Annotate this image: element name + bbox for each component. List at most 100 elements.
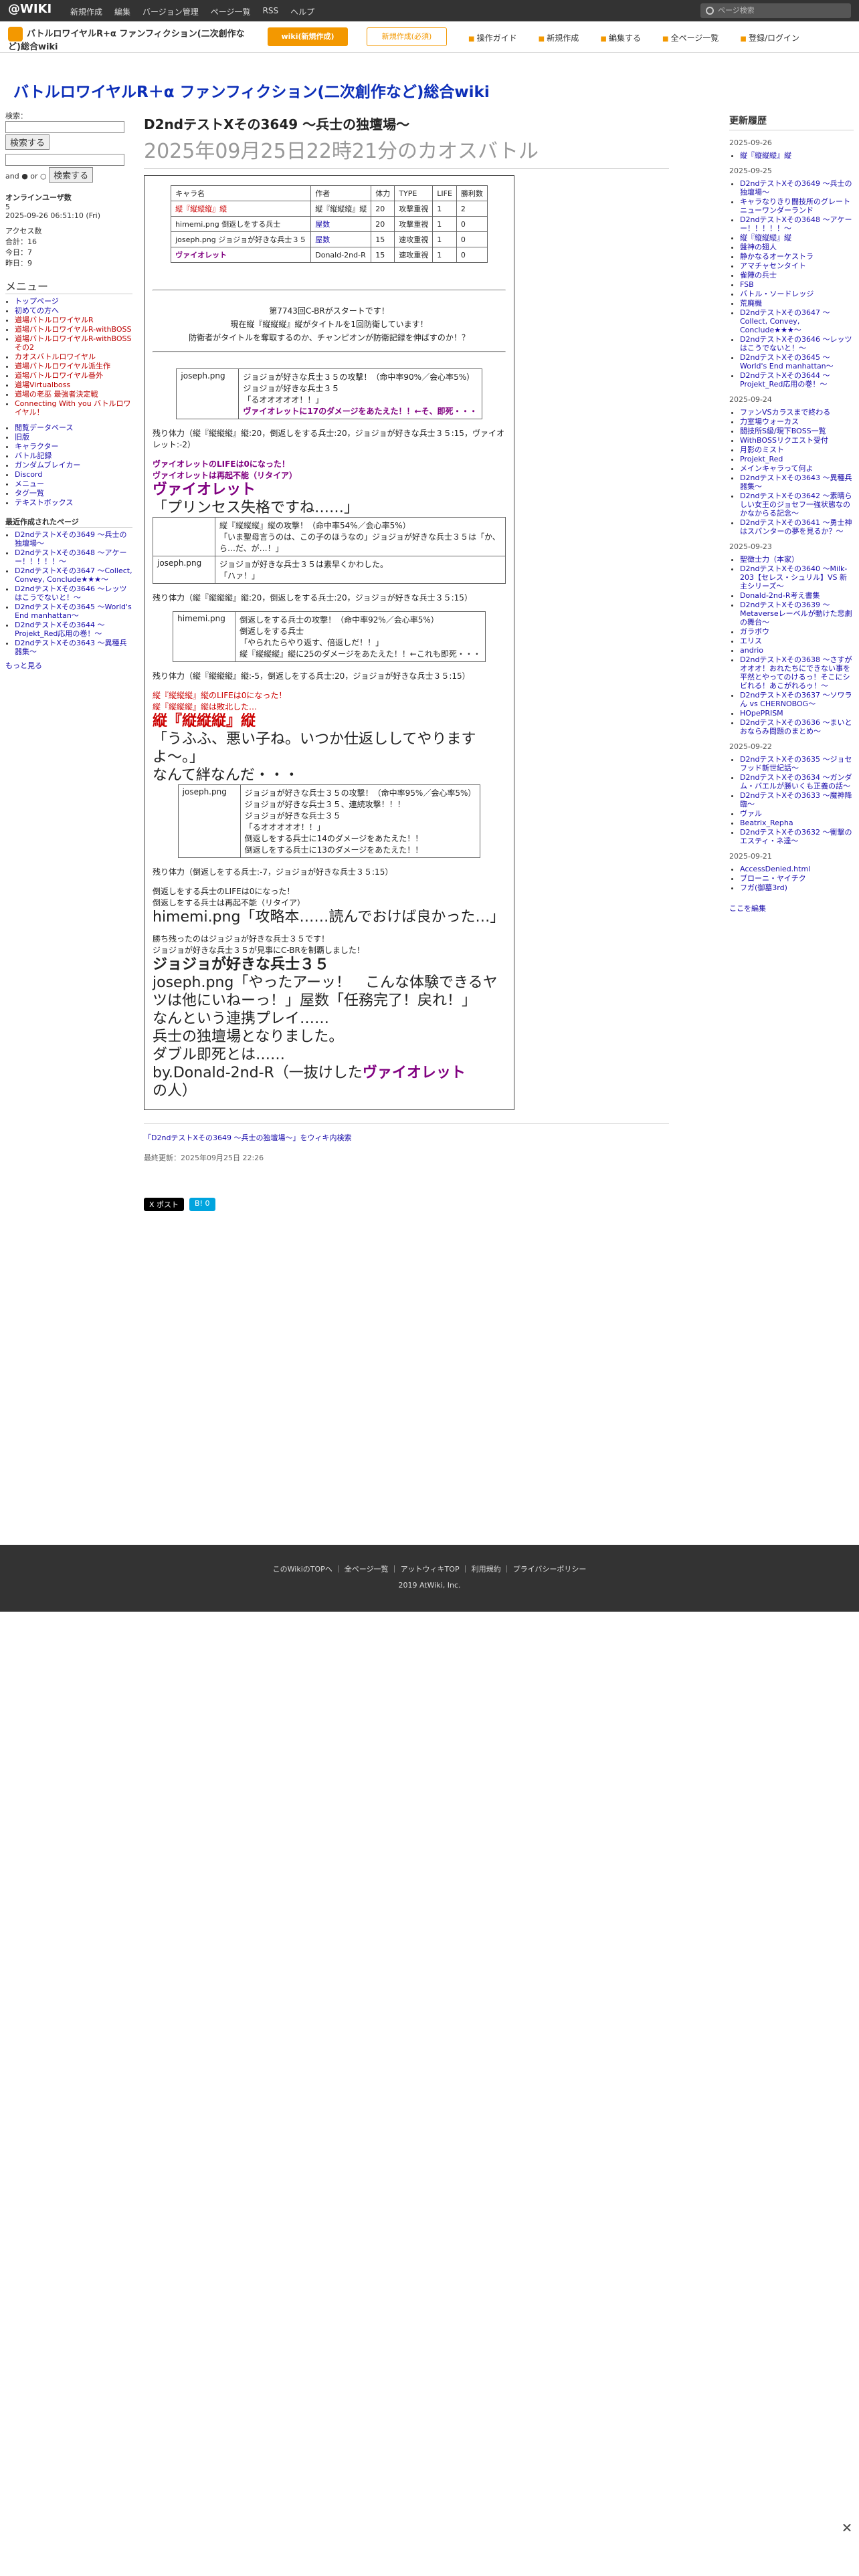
recent-item[interactable]: D2ndテストXその3648 〜アケーー！！！！！〜	[15, 548, 126, 566]
history-item[interactable]: Donald-2nd-R考え書集	[740, 591, 820, 600]
menu-help[interactable]: ヘルプ	[290, 6, 314, 17]
history-item[interactable]: 荒廃機	[740, 299, 762, 308]
history-item[interactable]: D2ndテストXその3645 〜World's End manhattan〜	[740, 353, 834, 370]
history-item[interactable]: エリス	[740, 637, 762, 645]
history-item[interactable]: D2ndテストXその3644 〜Projekt_Red応用の巻！〜	[740, 371, 830, 389]
edit-sidebar-link[interactable]: ここを編集	[729, 904, 766, 913]
history-item[interactable]: HOpePRISM	[740, 709, 783, 718]
menu-item[interactable]: 道場バトルロワイヤル派生作	[15, 362, 110, 370]
page-search-input[interactable]: ページ検索	[700, 3, 851, 18]
history-item[interactable]: ヴァル	[740, 809, 762, 818]
menu-item[interactable]: トップページ	[15, 297, 59, 306]
recent-item[interactable]: D2ndテストXその3644 〜Projekt_Red応用の巻！〜	[15, 621, 104, 638]
history-item[interactable]: 闘技所S級/現下BOSS一覧	[740, 427, 826, 435]
sub-item[interactable]: Discord	[15, 470, 42, 479]
sub-item[interactable]: バトル記録	[15, 451, 52, 460]
history-item[interactable]: D2ndテストXその3635 〜ジョセフッド新世紀話〜	[740, 755, 852, 772]
menu-item[interactable]: 道場バトルロワイヤルR-withBOSS	[15, 325, 131, 334]
history-item[interactable]: 縦『縦縦縦』縦	[740, 151, 791, 160]
menu-item[interactable]: カオスバトルロワイヤル	[15, 352, 96, 361]
sidebar-search-button[interactable]: 検索する	[5, 134, 50, 150]
and-or-toggle[interactable]: and ● or ○	[5, 172, 47, 181]
tool-all-pages[interactable]: 全ページ一覧	[662, 32, 719, 43]
new-page-button[interactable]: 新規作成(必須)	[367, 27, 447, 46]
footer-link[interactable]: アットウィキTOP	[401, 1565, 460, 1574]
history-item[interactable]: Beatrix_Repha	[740, 819, 793, 827]
history-item[interactable]: D2ndテストXその3633 〜魔神降臨〜	[740, 791, 852, 809]
history-item[interactable]: WithBOSSリクエスト受付	[740, 436, 828, 445]
history-item[interactable]: D2ndテストXその3648 〜アケーー！！！！！〜	[740, 215, 852, 233]
tool-login[interactable]: 登録/ログイン	[740, 32, 799, 43]
sidebar-search-input-2[interactable]	[5, 154, 124, 166]
x-post-button[interactable]: X ポスト	[144, 1198, 185, 1211]
tool-edit[interactable]: 編集する	[600, 32, 641, 43]
history-item[interactable]: 雀陣の兵士	[740, 271, 777, 280]
history-item[interactable]: 盤神の翅人	[740, 243, 777, 251]
menu-pages[interactable]: ページ一覧	[211, 6, 251, 17]
history-item[interactable]: フガ(御墓3rd)	[740, 883, 787, 892]
history-item[interactable]: D2ndテストXその3638 〜さすがオオオ！おれたちにできない事を平然とやって…	[740, 655, 852, 690]
history-item[interactable]: 聖徴士力（本家）	[740, 555, 799, 564]
history-item[interactable]: D2ndテストXその3632 〜衝撃のエスティ・ネ達〜	[740, 828, 852, 845]
history-item[interactable]: D2ndテストXその3641 〜勇士神はスパンターの夢を見るか？〜	[740, 518, 852, 536]
recent-item[interactable]: D2ndテストXその3646 〜レッツはこうでないと！〜	[15, 584, 126, 602]
history-item[interactable]: andrio	[740, 646, 763, 655]
history-item[interactable]: D2ndテストXその3647 〜Collect, Convey, Conclud…	[740, 308, 830, 334]
author-link[interactable]: 屋数	[315, 235, 330, 244]
menu-edit[interactable]: 編集	[114, 6, 130, 17]
menu-version[interactable]: バージョン管理	[142, 6, 199, 17]
menu-item[interactable]: 道場Virtualboss	[15, 381, 70, 389]
menu-new[interactable]: 新規作成	[70, 6, 102, 17]
recent-item[interactable]: D2ndテストXその3649 〜兵士の独壇場〜	[15, 530, 126, 548]
history-item[interactable]: アマチャセンタイト	[740, 261, 806, 270]
recent-item[interactable]: D2ndテストXその3647 〜Collect, Convey, Conclud…	[15, 566, 132, 584]
history-item[interactable]: バトル・ソードレッジ	[740, 290, 814, 298]
sidebar-search-input[interactable]	[5, 121, 124, 133]
recent-item[interactable]: D2ndテストXその3643 〜異種兵器集〜	[15, 639, 126, 656]
history-item[interactable]: D2ndテストXその3640 〜Milk-203【セレス・シュリル】VS 新主シ…	[740, 564, 847, 591]
history-item[interactable]: 月影のミスト	[740, 445, 784, 454]
close-icon[interactable]: ✕	[839, 2520, 855, 2536]
history-item[interactable]: D2ndテストXその3649 〜兵士の独壇場〜	[740, 179, 852, 197]
history-item[interactable]: D2ndテストXその3646 〜レッツはこうでないと！〜	[740, 335, 852, 352]
footer-link[interactable]: 全ページ一覧	[345, 1565, 389, 1574]
menu-item[interactable]: 初めての方へ	[15, 306, 59, 315]
history-item[interactable]: D2ndテストXその3639 〜Metaverseレーベルが動けた悲劇の舞台〜	[740, 601, 852, 627]
tool-new[interactable]: 新規作成	[539, 32, 579, 43]
recent-item[interactable]: D2ndテストXその3645 〜World's End manhattan〜	[15, 603, 132, 620]
wiki-search-link[interactable]: 「D2ndテストXその3649 〜兵士の独壇場〜」をウィキ内検索	[144, 1134, 351, 1142]
footer-link[interactable]: 利用規約	[472, 1565, 501, 1574]
footer-link[interactable]: プライバシーポリシー	[513, 1565, 587, 1574]
sub-item[interactable]: 旧版	[15, 433, 29, 441]
history-item[interactable]: ブローニ・ヤイチク	[740, 874, 806, 883]
hatena-button[interactable]: B! 0	[189, 1198, 215, 1211]
history-item[interactable]: FSB	[740, 280, 754, 289]
menu-item[interactable]: Connecting With you バトルロワイヤル！	[15, 399, 131, 417]
sub-item[interactable]: ガンダムブレイカー	[15, 461, 80, 469]
history-item[interactable]: D2ndテストXその3637 〜ソワラん vs CHERNOBOG〜	[740, 691, 852, 708]
history-item[interactable]: D2ndテストXその3643 〜異種兵器集〜	[740, 473, 852, 491]
history-item[interactable]: D2ndテストXその3642 〜素晴らしい女王のジョセフ一強状態なのかなからる記…	[740, 492, 852, 518]
menu-item[interactable]: 道場バトルロワイヤルR	[15, 316, 94, 324]
footer-link[interactable]: このWikiのTOPへ	[273, 1565, 332, 1574]
history-item[interactable]: 静かなるオーケストラ	[740, 252, 814, 261]
sub-item[interactable]: テキストボックス	[15, 498, 73, 507]
history-item[interactable]: ファンVSカラスまで終わる	[740, 408, 830, 417]
history-item[interactable]: 縦『縦縦縦』縦	[740, 233, 791, 242]
history-item[interactable]: Projekt_Red	[740, 455, 783, 463]
wiki-create-button[interactable]: wiki(新規作成)	[268, 27, 348, 46]
sub-item[interactable]: メニュー	[15, 479, 44, 488]
sub-item[interactable]: タグ一覧	[15, 489, 44, 498]
sub-item[interactable]: 閲覧データベース	[15, 423, 73, 432]
history-item[interactable]: D2ndテストXその3634 〜ガンダム・バエルが勝いくも正義の話〜	[740, 773, 852, 790]
history-item[interactable]: AccessDenied.html	[740, 865, 810, 873]
menu-rss[interactable]: RSS	[263, 6, 279, 17]
wiki-name[interactable]: バトルロワイヤルR+α ファンフィクション(二次創作など)総合wiki	[8, 27, 256, 53]
history-item[interactable]: D2ndテストXその3636 〜まいとおならみ問題のまとめ〜	[740, 718, 852, 736]
site-title[interactable]: バトルロワイヤルR＋α ファンフィクション(二次創作など)総合wiki	[13, 79, 490, 102]
menu-item[interactable]: 道場の老巫 最強者決定戦	[15, 390, 98, 399]
menu-item[interactable]: 道場バトルロワイヤル番外	[15, 371, 103, 380]
history-item[interactable]: 力室場ウォーカス	[740, 417, 799, 426]
tool-guide[interactable]: 操作ガイド	[468, 32, 517, 43]
sidebar-search-button-2[interactable]: 検索する	[49, 167, 94, 183]
